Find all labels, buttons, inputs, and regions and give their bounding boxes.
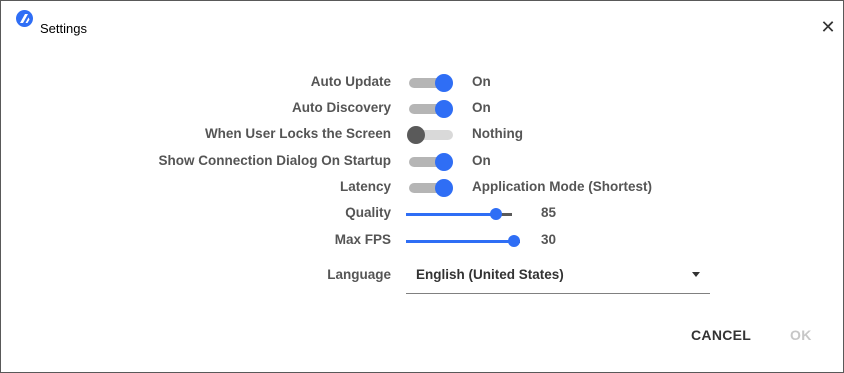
setting-row-quality: Quality 85 xyxy=(1,202,843,226)
window-title: Settings xyxy=(40,21,87,36)
show-connection-toggle[interactable] xyxy=(407,153,457,171)
setting-row-auto-update: Auto Update On xyxy=(1,71,843,95)
setting-row-max-fps: Max FPS 30 xyxy=(1,229,843,253)
auto-update-value: On xyxy=(472,74,491,89)
setting-row-latency: Latency Application Mode (Shortest) xyxy=(1,176,843,200)
slider-fill xyxy=(406,240,514,243)
title-bar: Settings ✕ xyxy=(1,1,843,37)
toggle-knob xyxy=(435,153,453,171)
language-label: Language xyxy=(327,267,391,282)
max-fps-slider[interactable] xyxy=(406,233,520,249)
max-fps-value: 30 xyxy=(541,232,557,247)
settings-window: Settings ✕ Auto Update On Auto Discovery… xyxy=(0,0,844,373)
lock-screen-label: When User Locks the Screen xyxy=(204,126,391,141)
toggle-knob xyxy=(407,126,425,144)
show-connection-label: Show Connection Dialog On Startup xyxy=(158,153,392,168)
lock-screen-value: Nothing xyxy=(472,126,523,141)
ok-button[interactable]: OK xyxy=(790,327,812,343)
lock-screen-toggle[interactable] xyxy=(407,126,457,144)
setting-row-auto-discovery: Auto Discovery On xyxy=(1,97,843,121)
setting-row-lock-screen: When User Locks the Screen Nothing xyxy=(1,123,843,147)
slider-thumb[interactable] xyxy=(490,208,502,220)
chevron-down-icon xyxy=(692,272,700,277)
slider-fill xyxy=(406,213,496,216)
auto-update-label: Auto Update xyxy=(310,74,391,89)
app-logo-icon xyxy=(16,10,33,27)
close-icon[interactable]: ✕ xyxy=(813,15,843,39)
latency-value: Application Mode (Shortest) xyxy=(472,179,652,194)
language-select[interactable]: English (United States) xyxy=(406,259,710,294)
latency-label: Latency xyxy=(339,179,391,194)
auto-discovery-value: On xyxy=(472,100,491,115)
quality-value: 85 xyxy=(541,205,557,220)
show-connection-value: On xyxy=(472,153,491,168)
slider-thumb[interactable] xyxy=(508,235,520,247)
auto-update-toggle[interactable] xyxy=(407,74,457,92)
language-select-value: English (United States) xyxy=(416,267,564,282)
setting-row-show-connection: Show Connection Dialog On Startup On xyxy=(1,150,843,174)
auto-discovery-label: Auto Discovery xyxy=(291,100,391,115)
toggle-knob xyxy=(435,100,453,118)
toggle-knob xyxy=(435,74,453,92)
quality-label: Quality xyxy=(345,205,391,220)
auto-discovery-toggle[interactable] xyxy=(407,100,457,118)
toggle-knob xyxy=(435,179,453,197)
quality-slider[interactable] xyxy=(406,206,512,222)
cancel-button[interactable]: CANCEL xyxy=(691,327,751,343)
max-fps-label: Max FPS xyxy=(334,232,391,247)
latency-toggle[interactable] xyxy=(407,179,457,197)
